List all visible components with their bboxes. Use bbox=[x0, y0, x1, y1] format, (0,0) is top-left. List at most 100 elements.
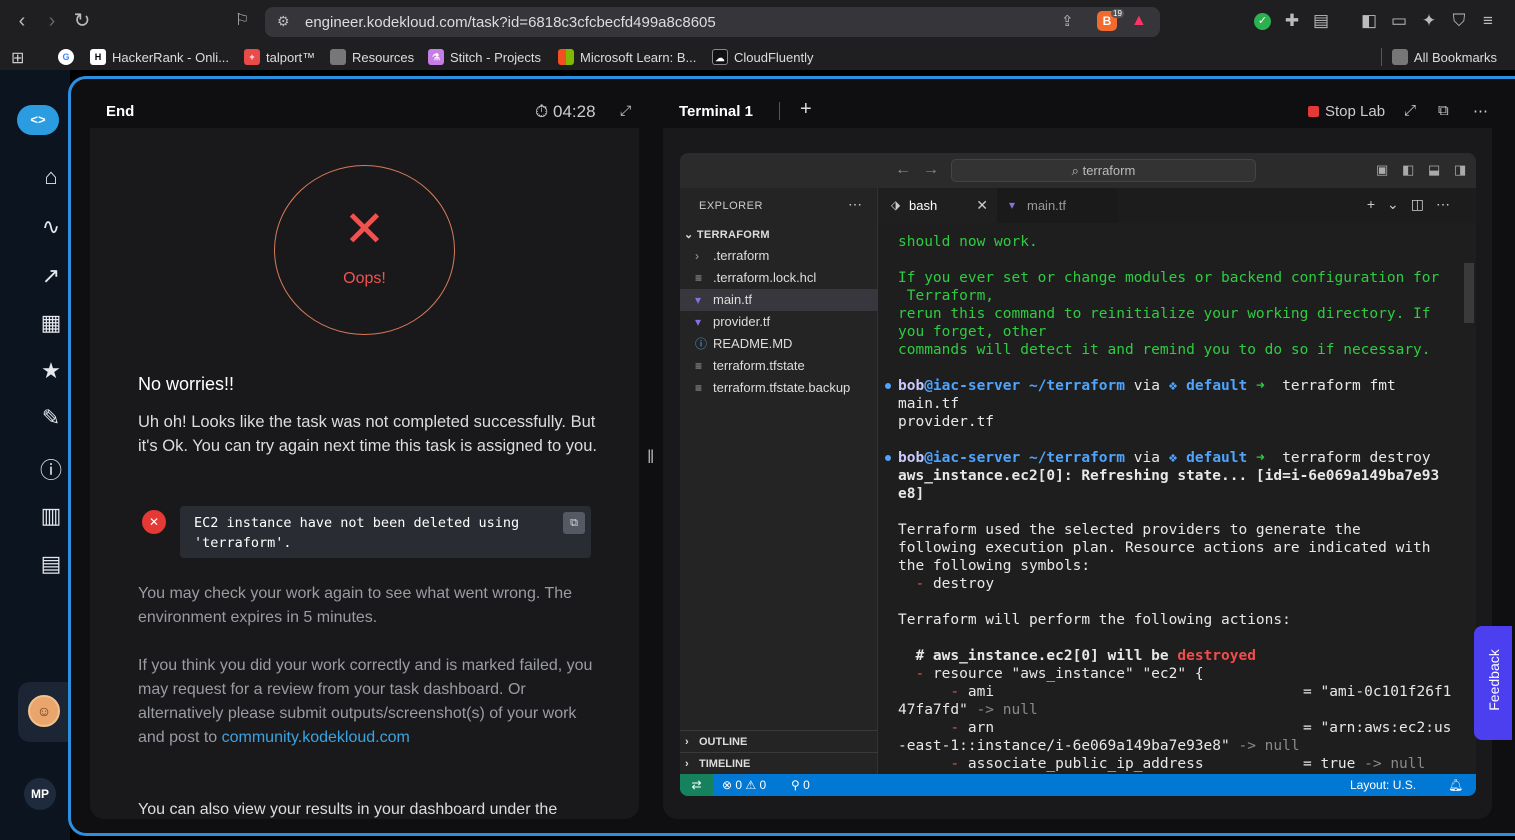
outline-section[interactable]: › OUTLINE bbox=[680, 730, 878, 752]
community-link[interactable]: community.kodekloud.com bbox=[222, 729, 410, 746]
sidebar-icon[interactable]: ◧ bbox=[1358, 11, 1380, 31]
back-icon[interactable]: ‹ bbox=[10, 10, 34, 32]
file-item[interactable]: ▾ main.tf bbox=[680, 289, 878, 311]
task-result-panel: End ⏱ 04:28 ⤢ ✕ Oops! No worries!! Uh oh… bbox=[90, 94, 639, 819]
result-message: Uh oh! Looks like the task was not compl… bbox=[138, 413, 597, 455]
bookmark-stitch[interactable]: ⚗ Stitch - Projects bbox=[428, 49, 541, 65]
more-icon[interactable]: ⋯ bbox=[848, 196, 862, 213]
results-text: You can also view your results in your d… bbox=[138, 801, 558, 818]
file-item[interactable]: ≡ terraform.tfstate bbox=[680, 355, 878, 377]
bookmark-microsoft-learn[interactable]: Microsoft Learn: B... bbox=[558, 49, 696, 65]
new-terminal-icon[interactable]: +⌄ bbox=[1367, 196, 1411, 212]
customize-layout-icon[interactable]: ▣ bbox=[1376, 162, 1388, 178]
feedback-button[interactable]: Feedback bbox=[1474, 626, 1512, 740]
toggle-panel-icon[interactable]: ⬓ bbox=[1428, 162, 1440, 178]
error-line: 'terraform'. bbox=[194, 534, 292, 551]
split-editor-icon[interactable]: ◫ bbox=[1411, 196, 1436, 212]
ranking-icon[interactable]: ★ bbox=[37, 358, 65, 384]
tab-terminal-1[interactable]: Terminal 1 bbox=[663, 94, 763, 128]
more-icon[interactable]: ⋯ bbox=[1436, 196, 1462, 212]
chat-icon[interactable]: ▤ bbox=[37, 551, 65, 577]
file-item[interactable]: ⓘ README.MD bbox=[680, 333, 878, 355]
command-center-search[interactable]: ⌕ terraform bbox=[951, 159, 1256, 182]
prompt-user: bob bbox=[898, 378, 925, 394]
stop-lab-button[interactable]: Stop Lab bbox=[1308, 103, 1385, 120]
problems-indicator[interactable]: ⊗ 0 ⚠ 0 bbox=[722, 774, 766, 796]
terminal-line: commands will detect it and remind you t… bbox=[898, 342, 1431, 358]
tab-end[interactable]: End bbox=[90, 94, 147, 128]
google-bookmark[interactable]: G bbox=[58, 49, 74, 65]
menu-icon[interactable]: ≡ bbox=[1477, 11, 1499, 31]
command: terraform fmt bbox=[1282, 378, 1396, 394]
info-icon[interactable]: ⓘ bbox=[37, 453, 65, 485]
book-icon[interactable]: ▥ bbox=[37, 503, 65, 529]
leo-ai-icon[interactable]: ✦ bbox=[1418, 11, 1440, 31]
file-label: terraform.tfstate.backup bbox=[713, 380, 851, 395]
minus-icon: - bbox=[915, 576, 925, 592]
expand-icon[interactable]: ⤢ bbox=[620, 102, 631, 119]
open-external-icon[interactable]: ⧉ bbox=[1438, 102, 1449, 119]
bell-icon[interactable]: 🔔︎ bbox=[1448, 774, 1463, 796]
reader-icon[interactable]: ▤ bbox=[1310, 11, 1332, 31]
apps-icon[interactable]: ⊞ bbox=[11, 48, 24, 68]
tab-main-tf[interactable]: ▾ main.tf bbox=[997, 188, 1117, 223]
bookmark-cloudfluently[interactable]: ☁ CloudFluently bbox=[712, 49, 814, 65]
timeline-section[interactable]: › TIMELINE bbox=[680, 752, 878, 774]
extensions-icon[interactable]: ✚ bbox=[1281, 11, 1303, 31]
ports-indicator[interactable]: ⚲ 0 bbox=[791, 774, 810, 796]
home-icon[interactable]: ⌂ bbox=[37, 164, 65, 190]
terminal-output[interactable]: should now work. If you ever set or chan… bbox=[879, 223, 1476, 774]
add-terminal-icon[interactable]: + bbox=[800, 98, 812, 121]
tab-bash[interactable]: ⬗ bash ✕ bbox=[879, 188, 997, 223]
prompt-via: via bbox=[1133, 378, 1160, 394]
site-settings-icon[interactable]: ⚙ bbox=[277, 13, 290, 30]
expand-icon[interactable]: ⤢ bbox=[1404, 102, 1416, 119]
file-item[interactable]: ≡ terraform.tfstate.backup bbox=[680, 377, 878, 399]
film-icon[interactable]: ▦ bbox=[37, 310, 65, 336]
bookmark-resources[interactable]: Resources bbox=[330, 49, 414, 65]
keyboard-layout[interactable]: Layout: U.S. bbox=[1350, 774, 1416, 796]
close-icon[interactable]: ✕ bbox=[976, 188, 988, 223]
nav-arrows-icon[interactable]: ←→ bbox=[895, 161, 951, 179]
extension-check-icon[interactable]: ✓ bbox=[1254, 13, 1271, 30]
remote-icon[interactable]: ⇄ bbox=[680, 774, 713, 796]
section-label: TIMELINE bbox=[699, 758, 751, 770]
terminal-line: main.tf bbox=[898, 396, 960, 412]
address-bar[interactable]: ⚙ engineer.kodekloud.com/task?id=6818c3c… bbox=[265, 7, 1160, 37]
panel-resize-handle[interactable]: ‖ bbox=[647, 447, 654, 468]
bookmark-label: Stitch - Projects bbox=[450, 49, 542, 65]
arrow-icon: -> bbox=[976, 702, 995, 718]
user-initials-avatar[interactable]: MP bbox=[24, 778, 56, 810]
wallet-icon[interactable]: ▭ bbox=[1388, 11, 1410, 31]
terminal-line: Terraform used the selected providers to… bbox=[898, 522, 1361, 538]
route-icon[interactable]: ∿ bbox=[37, 214, 65, 240]
talport-icon: + bbox=[244, 49, 260, 65]
bookmark-talport[interactable]: + talport™ bbox=[244, 49, 315, 65]
brave-rewards-icon[interactable]: ▲ bbox=[1131, 12, 1147, 30]
avatar[interactable]: ☺ bbox=[28, 695, 60, 727]
prompt-line: bob@iac-server ~/terraform via ❖ default… bbox=[898, 377, 1396, 395]
terminal-line: e8] bbox=[898, 486, 925, 502]
all-bookmarks[interactable]: All Bookmarks bbox=[1391, 49, 1497, 65]
kodekloud-logo[interactable]: <> bbox=[17, 105, 59, 135]
task-edit-icon[interactable]: ✎ bbox=[37, 405, 65, 431]
reload-icon[interactable]: ↻ bbox=[70, 10, 94, 32]
file-item[interactable]: ≡ .terraform.lock.hcl bbox=[680, 267, 878, 289]
vpn-icon[interactable]: ⛉ bbox=[1448, 11, 1470, 31]
terminal-scrollbar[interactable] bbox=[1464, 263, 1474, 323]
share-icon[interactable]: ⇪ bbox=[1061, 12, 1074, 30]
copy-icon[interactable]: ⧉ bbox=[563, 512, 585, 534]
folder-terraform[interactable]: ⌄ TERRAFORM bbox=[684, 228, 770, 241]
warning-count: 0 bbox=[759, 778, 767, 792]
toggle-secondary-sidebar-icon[interactable]: ◨ bbox=[1454, 162, 1466, 178]
chart-icon[interactable]: ↗ bbox=[37, 263, 65, 289]
file-item[interactable]: ▾ provider.tf bbox=[680, 311, 878, 333]
error-item: ✕ EC2 instance have not been deleted usi… bbox=[138, 506, 591, 558]
more-icon[interactable]: ⋯ bbox=[1473, 102, 1488, 120]
toggle-sidebar-icon[interactable]: ◧ bbox=[1402, 162, 1414, 178]
forward-icon[interactable]: › bbox=[40, 10, 64, 32]
stitch-icon: ⚗ bbox=[428, 49, 444, 65]
bookmark-hackerrank[interactable]: H HackerRank - Onli... bbox=[90, 49, 229, 65]
file-item[interactable]: › .terraform bbox=[680, 245, 878, 267]
bookmark-icon[interactable]: ⚐ bbox=[230, 10, 254, 32]
